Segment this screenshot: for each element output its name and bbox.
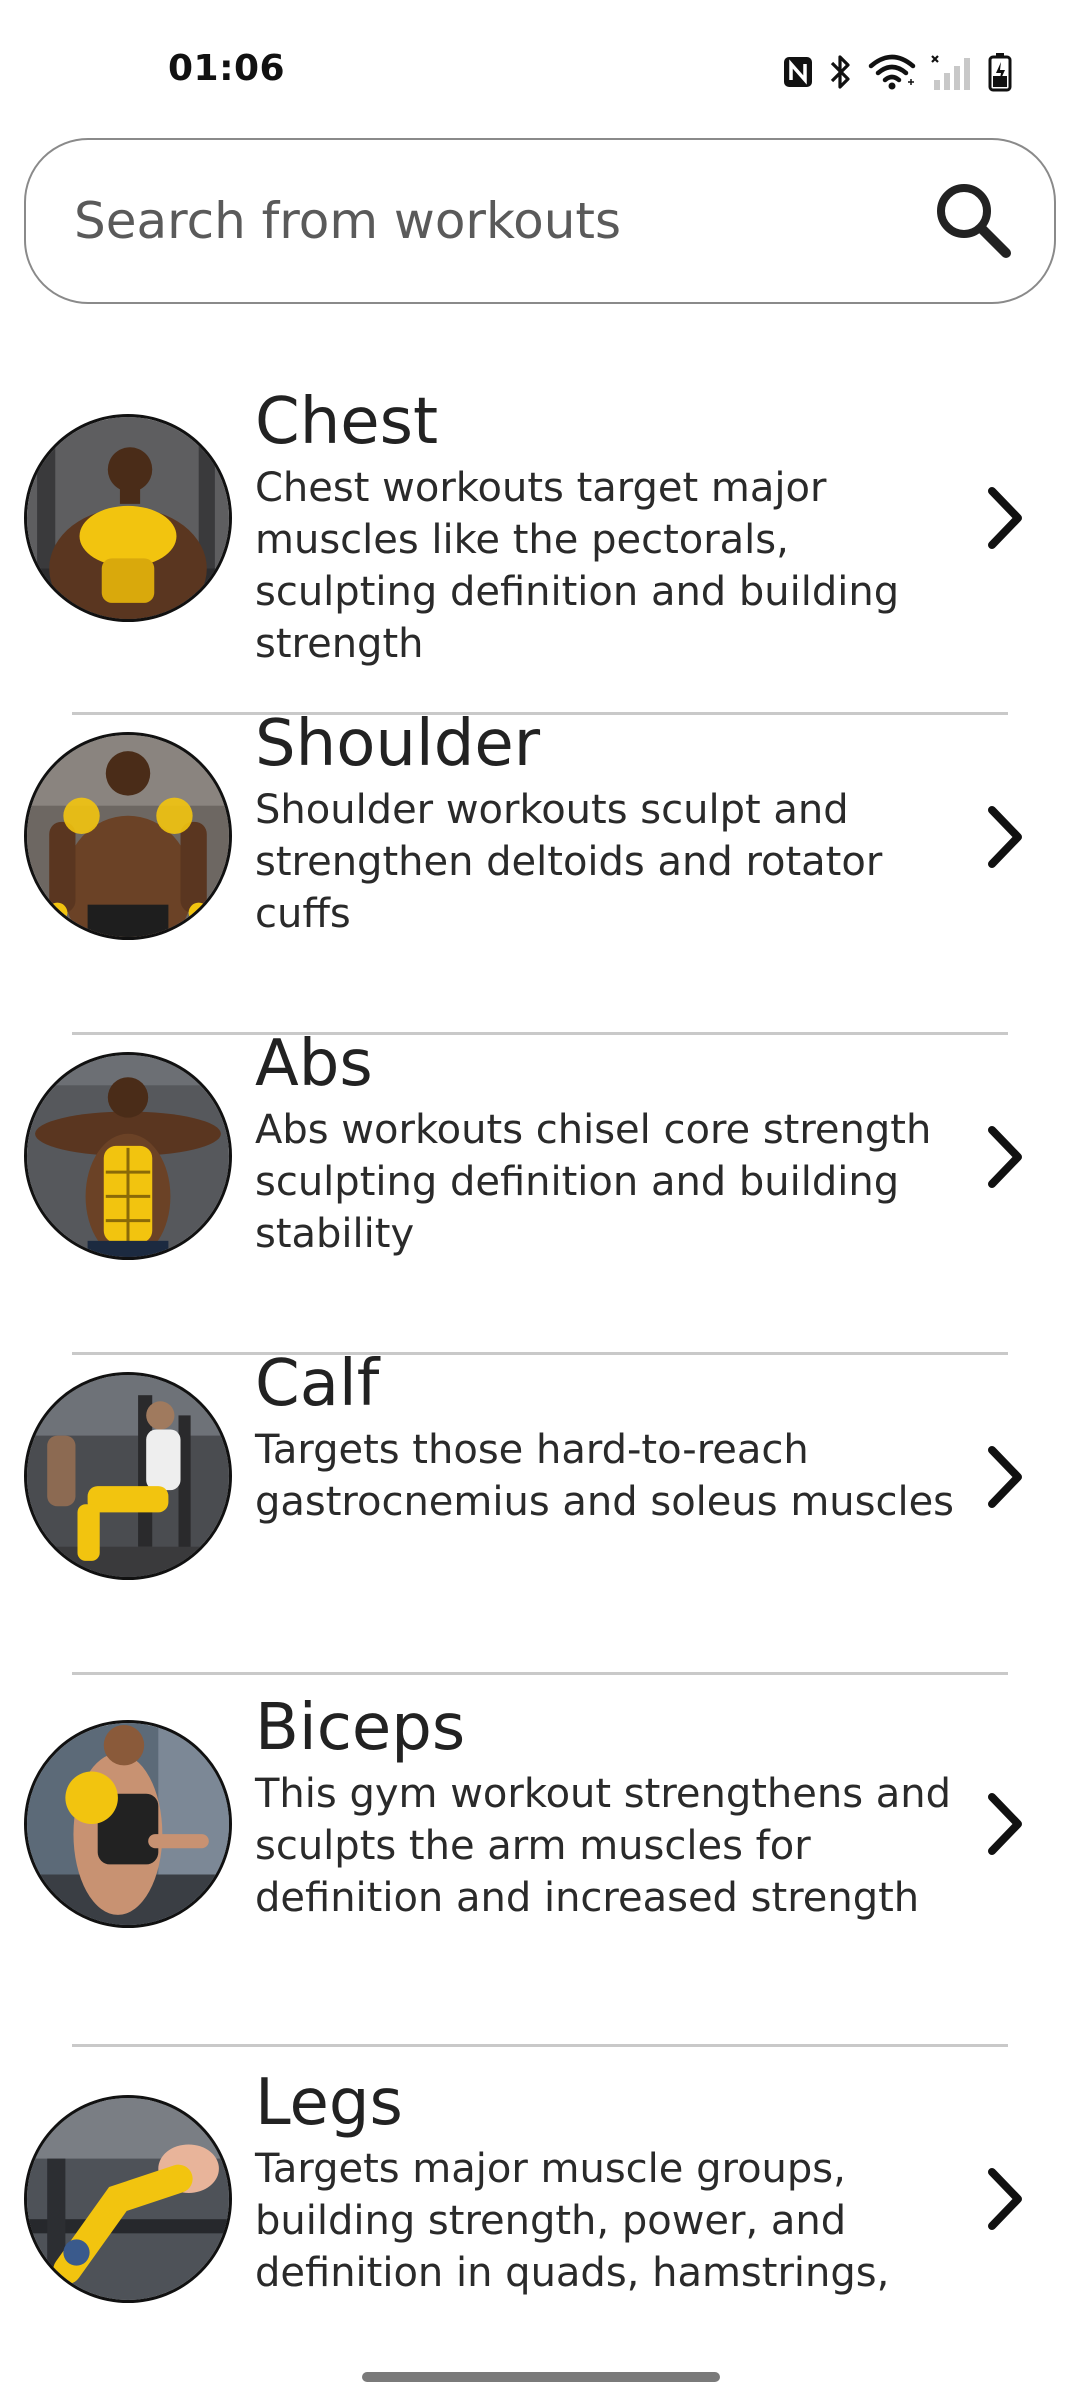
home-indicator[interactable] — [362, 2372, 720, 2382]
item-text: Legs Targets major muscle groups, buildi… — [255, 2063, 955, 2299]
chevron-right-icon[interactable] — [980, 483, 1030, 553]
status-bar: 01:06 — [0, 0, 1080, 140]
bluetooth-icon — [828, 53, 854, 91]
chevron-right-icon[interactable] — [980, 802, 1030, 872]
chest-workout-image — [24, 414, 232, 622]
chevron-right-icon[interactable] — [980, 1442, 1030, 1512]
item-description: Chest workouts target major muscles like… — [255, 465, 900, 667]
calf-workout-image — [24, 1372, 232, 1580]
battery-charging-icon — [988, 52, 1012, 92]
item-description: Shoulder workouts sculpt and strengthen … — [255, 787, 883, 937]
search-bar[interactable]: Search from workouts — [24, 138, 1056, 304]
item-title: Legs — [255, 2066, 403, 2140]
item-title: Chest — [255, 385, 439, 459]
chevron-right-icon[interactable] — [980, 1122, 1030, 1192]
item-description: This gym workout strengthens and sculpts… — [255, 1771, 952, 1921]
abs-workout-image — [24, 1052, 232, 1260]
item-title: Shoulder — [255, 707, 540, 781]
item-text: Chest Chest workouts target major muscle… — [255, 382, 955, 670]
chevron-right-icon[interactable] — [980, 2164, 1030, 2234]
item-description: Targets those hard-to-reach gastrocnemiu… — [255, 1427, 955, 1525]
search-icon[interactable] — [930, 177, 1014, 265]
biceps-workout-image — [24, 1720, 232, 1928]
item-text: Calf Targets those hard-to-reach gastroc… — [255, 1344, 955, 1528]
status-icons — [782, 50, 1012, 94]
item-description: Targets major muscle groups, building st… — [255, 2146, 890, 2296]
item-text: Biceps This gym workout strengthens and … — [255, 1688, 955, 1924]
divider — [72, 1672, 1008, 1675]
signal-icon — [930, 54, 974, 90]
item-description: Abs workouts chisel core strength sculpt… — [255, 1107, 932, 1257]
chevron-right-icon[interactable] — [980, 1789, 1030, 1859]
status-time: 01:06 — [168, 48, 286, 89]
item-text: Abs Abs workouts chisel core strength sc… — [255, 1024, 955, 1260]
item-title: Calf — [255, 1347, 380, 1421]
search-input[interactable]: Search from workouts — [74, 192, 930, 250]
nfc-icon — [782, 55, 814, 89]
shoulder-workout-image — [24, 732, 232, 940]
divider — [72, 2044, 1008, 2047]
legs-workout-image — [24, 2095, 232, 2303]
item-title: Abs — [255, 1027, 373, 1101]
wifi-icon — [868, 54, 916, 90]
item-text: Shoulder Shoulder workouts sculpt and st… — [255, 704, 955, 940]
item-title: Biceps — [255, 1691, 466, 1765]
